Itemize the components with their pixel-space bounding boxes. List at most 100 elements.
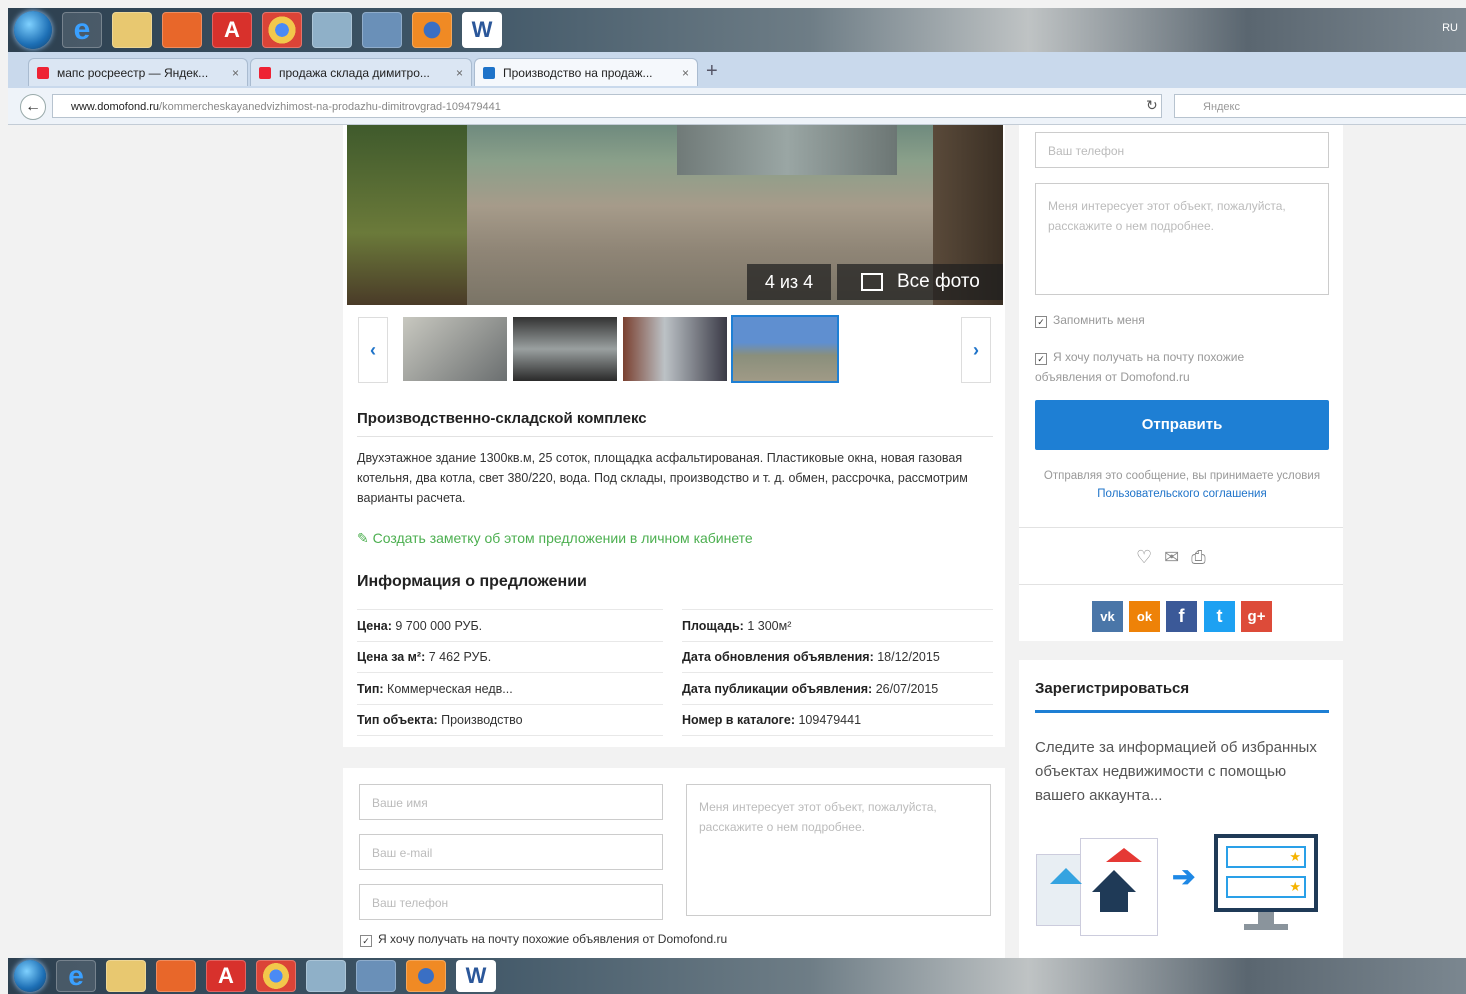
phone-input[interactable]: Ваш телефон — [359, 884, 663, 920]
language-indicator[interactable]: RU — [1442, 22, 1458, 34]
info-value: Производство — [437, 713, 523, 727]
url-field[interactable]: www.domofond.ru/kommercheskayanedvizhimo… — [52, 94, 1162, 118]
thumbnail-active[interactable] — [731, 315, 839, 383]
info-price-per-m2: Цена за м²: 7 462 РУБ. — [357, 650, 491, 664]
houses-illustration-icon — [1036, 838, 1158, 936]
media-icon[interactable] — [156, 960, 196, 992]
placeholder: Ваш e-mail — [372, 846, 433, 860]
placeholder: Ваш телефон — [372, 896, 449, 910]
odnoklassniki-icon[interactable]: ok — [1129, 601, 1160, 632]
start-button[interactable] — [14, 960, 46, 992]
firefox-icon[interactable] — [406, 960, 446, 992]
register-title[interactable]: Зарегистрироваться — [1035, 680, 1189, 697]
divider — [1019, 584, 1343, 585]
firefox-icon[interactable] — [412, 12, 452, 48]
terms-link[interactable]: Пользовательского соглашения — [1097, 488, 1266, 500]
chrome-icon[interactable] — [256, 960, 296, 992]
word-icon[interactable]: W — [456, 960, 496, 992]
folder-icon[interactable] — [106, 960, 146, 992]
info-label: Площадь: — [682, 619, 744, 633]
info-label: Тип объекта: — [357, 713, 438, 727]
mail-icon[interactable]: ✉ — [1164, 547, 1191, 567]
new-tab-button[interactable]: + — [706, 60, 718, 83]
ie-icon[interactable]: e — [56, 960, 96, 992]
info-label: Дата публикации объявления: — [682, 682, 873, 696]
send-button[interactable]: Отправить — [1035, 400, 1329, 450]
thumbnail[interactable] — [623, 317, 727, 381]
facebook-icon[interactable]: f — [1166, 601, 1197, 632]
tab-yandex-2[interactable]: продажа склада димитро... × — [250, 58, 472, 86]
info-divider — [682, 609, 993, 610]
top-taskbar: e A W RU — [8, 8, 1466, 52]
reload-icon[interactable]: ↻ — [1146, 97, 1158, 114]
checkbox-icon[interactable]: ✓ — [360, 935, 372, 947]
image-icon — [861, 273, 883, 291]
info-value: Коммерческая недв... — [383, 682, 513, 696]
name-input[interactable]: Ваше имя — [359, 784, 663, 820]
info-label: Цена: — [357, 619, 392, 633]
info-label: Дата обновления объявления: — [682, 650, 874, 664]
tab-domofond[interactable]: Производство на продаж... × — [474, 58, 698, 86]
edit-icon: ✎ — [357, 530, 369, 546]
close-tab-icon[interactable]: × — [456, 66, 463, 80]
photo-fence — [677, 125, 897, 175]
all-photos-label: Все фото — [897, 271, 980, 292]
email-input[interactable]: Ваш e-mail — [359, 834, 663, 870]
prev-photo-button[interactable]: ‹ — [358, 317, 388, 383]
info-area: Площадь: 1 300м² — [682, 619, 791, 633]
yandex-favicon-icon — [37, 66, 49, 79]
acrobat-icon[interactable]: A — [206, 960, 246, 992]
info-catalog-number: Номер в каталоге: 109479441 — [682, 713, 861, 727]
terms-prefix: Отправляя это сообщение, вы принимаете у… — [1043, 470, 1321, 482]
share-actions: ♡✉⎙ — [1136, 547, 1218, 568]
info-divider — [357, 672, 663, 673]
tab-label: продажа склада димитро... — [279, 65, 430, 80]
tab-yandex[interactable]: мапс росреестр — Яндек... × — [28, 58, 248, 86]
screen-icon[interactable] — [356, 960, 396, 992]
screen-icon[interactable] — [362, 12, 402, 48]
thumbnail[interactable] — [513, 317, 617, 381]
info-divider — [357, 641, 663, 642]
info-label: Тип: — [357, 682, 384, 696]
thumbnail[interactable] — [403, 317, 507, 381]
media-icon[interactable] — [162, 12, 202, 48]
folder-icon[interactable] — [112, 12, 152, 48]
info-object-type: Тип объекта: Производство — [357, 713, 523, 727]
create-note-link[interactable]: ✎ Создать заметку об этом предложении в … — [357, 530, 753, 547]
chrome-icon[interactable] — [262, 12, 302, 48]
info-value: 1 300м² — [743, 619, 792, 633]
info-type: Тип: Коммерческая недв... — [357, 682, 513, 696]
checkbox-icon[interactable]: ✓ — [1035, 316, 1047, 328]
side-phone-input[interactable]: Ваш телефон — [1035, 132, 1329, 168]
checkbox-label: Я хочу получать на почту похожие объявле… — [378, 932, 728, 946]
yandex-favicon-icon — [259, 66, 271, 79]
remember-me-checkbox[interactable]: ✓ Запомнить меня — [1035, 313, 1145, 328]
tool-icon[interactable] — [312, 12, 352, 48]
info-value: 26/07/2015 — [872, 682, 939, 696]
google-plus-icon[interactable]: g+ — [1241, 601, 1272, 632]
tab-label: мапс росреестр — Яндек... — [57, 65, 209, 80]
side-message-textarea[interactable]: Меня интересует этот объект, пожалуйста,… — [1035, 183, 1329, 295]
print-icon[interactable]: ⎙ — [1191, 547, 1217, 567]
word-icon[interactable]: W — [462, 12, 502, 48]
info-price: Цена: 9 700 000 РУБ. — [357, 619, 482, 633]
subscribe-checkbox[interactable]: ✓ Я хочу получать на почту похожие объявл… — [360, 932, 727, 947]
side-subscribe-checkbox[interactable]: ✓ Я хочу получать на почту похожие объявл… — [1035, 347, 1295, 387]
message-textarea[interactable]: Меня интересует этот объект, пожалуйста,… — [686, 784, 991, 916]
like-icon[interactable]: ♡ — [1136, 547, 1164, 567]
ie-icon[interactable]: e — [62, 12, 102, 48]
acrobat-icon[interactable]: A — [212, 12, 252, 48]
close-tab-icon[interactable]: × — [682, 66, 689, 80]
info-divider — [357, 704, 663, 705]
twitter-icon[interactable]: t — [1204, 601, 1235, 632]
all-photos-button[interactable]: Все фото — [837, 264, 1003, 300]
divider — [1019, 527, 1343, 528]
checkbox-icon[interactable]: ✓ — [1035, 353, 1047, 365]
back-arrow-icon[interactable]: ← — [20, 94, 46, 120]
next-photo-button[interactable]: › — [961, 317, 991, 383]
close-tab-icon[interactable]: × — [232, 66, 239, 80]
vk-icon[interactable]: vk — [1092, 601, 1123, 632]
tool-icon[interactable] — [306, 960, 346, 992]
start-button[interactable] — [14, 11, 52, 49]
search-field[interactable]: Яндекс — [1174, 94, 1466, 118]
